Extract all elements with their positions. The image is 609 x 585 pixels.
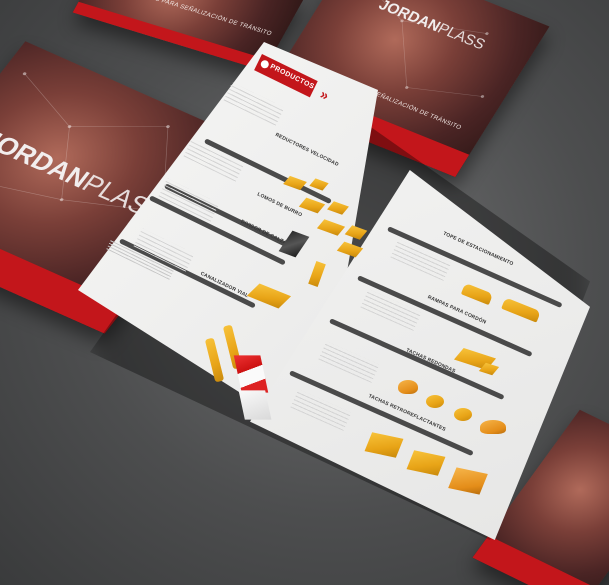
round-stud-product [398, 380, 418, 394]
round-stud-product [426, 395, 444, 408]
photo-scene: JORDANPLASS PRODUCTOS PARA SEÑALIZACIÓN … [0, 0, 609, 585]
red-band [72, 1, 270, 72]
round-stud-product [480, 420, 506, 434]
red-band [472, 535, 597, 585]
round-stud-product [454, 408, 472, 421]
